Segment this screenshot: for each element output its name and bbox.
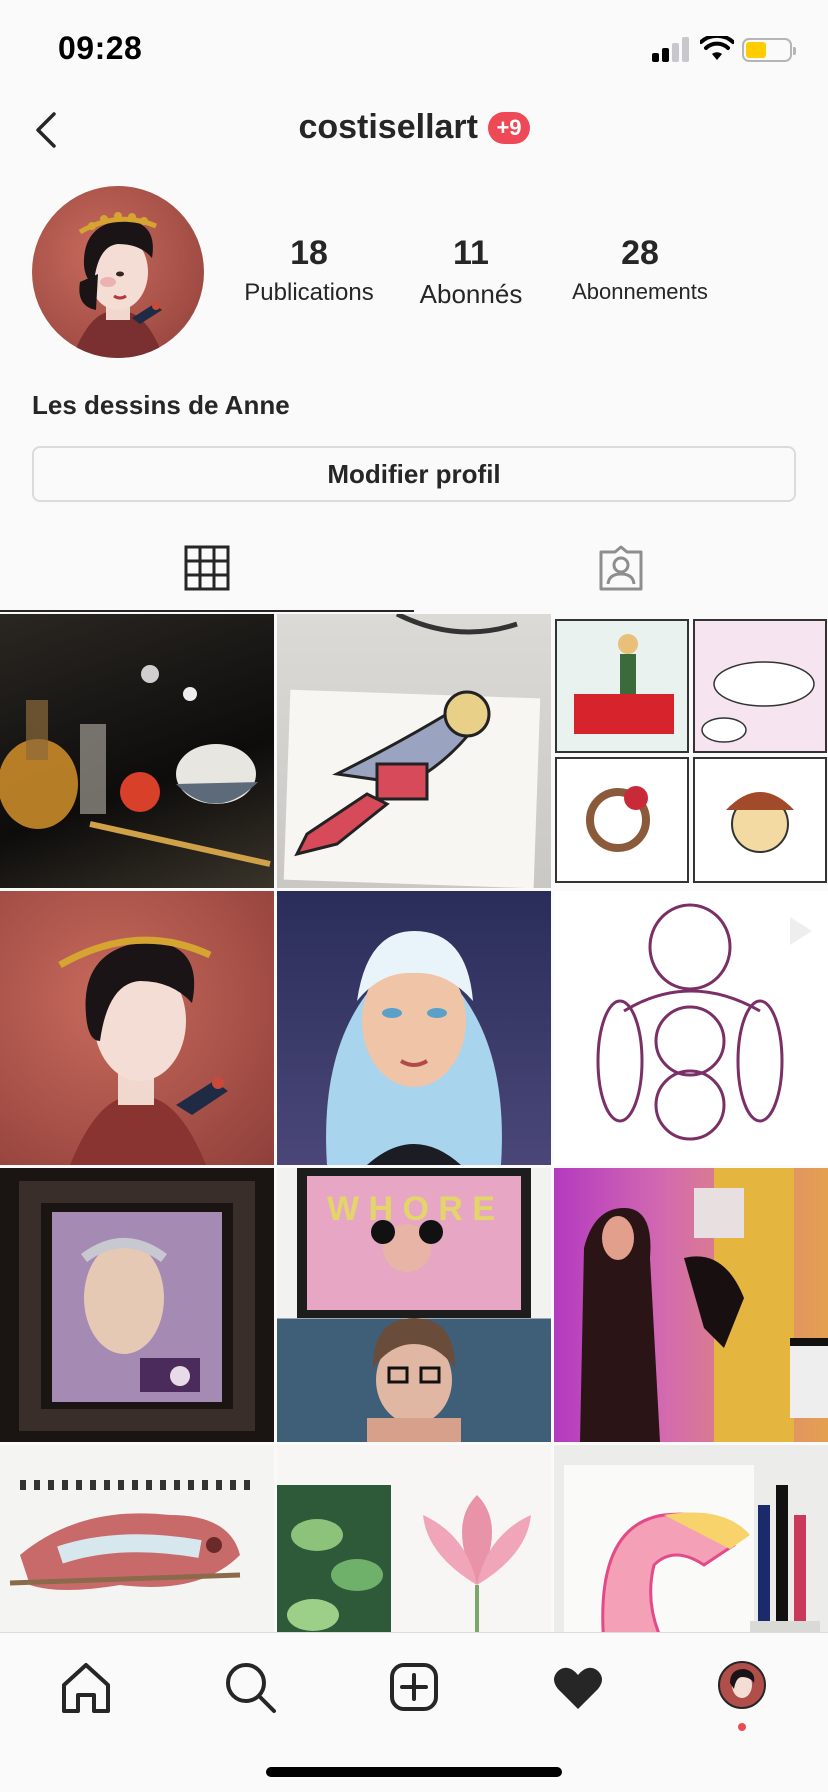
post-tile[interactable] xyxy=(277,614,551,888)
home-indicator[interactable] xyxy=(266,1767,562,1777)
stat-publications[interactable]: 18 Publications xyxy=(244,234,374,307)
profile-avatar[interactable] xyxy=(32,186,204,358)
stat-followers[interactable]: 11 Abonnés xyxy=(406,234,536,310)
tagged-person-icon xyxy=(599,545,643,591)
post-tile[interactable]: W H O R E xyxy=(277,1168,551,1442)
post-tile[interactable] xyxy=(277,891,551,1165)
home-icon[interactable] xyxy=(56,1657,116,1717)
post-tile[interactable] xyxy=(554,891,828,1165)
notification-badge[interactable]: +9 xyxy=(488,111,530,144)
post-tile[interactable] xyxy=(554,1445,828,1632)
edit-profile-button[interactable]: Modifier profil xyxy=(32,446,796,502)
profile-header: costisellart +9 xyxy=(0,96,828,166)
wifi-icon xyxy=(700,36,734,60)
post-tile[interactable] xyxy=(0,1445,274,1632)
posts-grid: W H O R E xyxy=(0,614,828,1632)
heart-icon[interactable] xyxy=(548,1657,608,1717)
post-tile[interactable] xyxy=(0,614,274,888)
post-tile[interactable] xyxy=(0,891,274,1165)
tab-tagged[interactable] xyxy=(414,530,828,612)
grid-icon xyxy=(184,545,230,591)
post-tile[interactable] xyxy=(554,614,828,888)
post-tile[interactable] xyxy=(277,1445,551,1632)
profile-display-name: Les dessins de Anne xyxy=(32,390,290,420)
stat-following[interactable]: 28 Abonnements xyxy=(560,234,720,305)
username-title[interactable]: costisellart xyxy=(298,108,478,146)
bottom-nav xyxy=(0,1632,828,1792)
profile-stats: 18 Publications 11 Abonnés 28 Abonnement… xyxy=(220,234,820,314)
activity-dot xyxy=(738,1723,746,1731)
tab-grid[interactable] xyxy=(0,530,414,612)
status-bar: 09:28 xyxy=(0,0,828,96)
cellular-signal-icon xyxy=(652,36,690,62)
post-tile[interactable] xyxy=(0,1168,274,1442)
profile-avatar-tab[interactable] xyxy=(718,1661,766,1709)
add-post-icon[interactable] xyxy=(384,1657,444,1717)
search-icon[interactable] xyxy=(220,1657,280,1717)
post-tile[interactable] xyxy=(554,1168,828,1442)
battery-icon xyxy=(742,38,796,62)
svg-text:W H O R E: W H O R E xyxy=(327,1190,495,1228)
status-time: 09:28 xyxy=(58,30,143,66)
profile-tabs xyxy=(0,530,828,612)
